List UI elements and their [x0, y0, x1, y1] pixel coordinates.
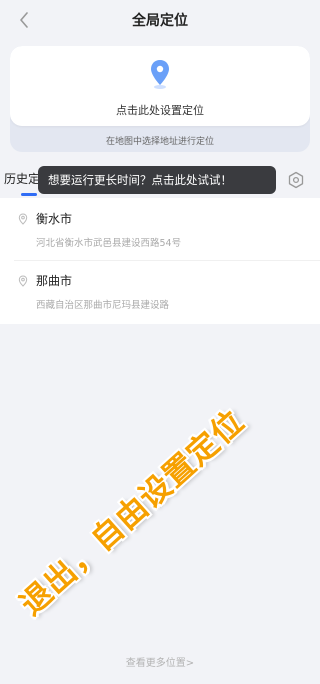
tab-active-indicator: [21, 193, 37, 196]
page-title: 全局定位: [132, 13, 188, 29]
upgrade-tooltip[interactable]: 想要运行更长时间？点击此处试试！: [38, 166, 276, 194]
history-item-address: 河北省衡水市武邑县建设西路54号: [36, 238, 182, 249]
history-item-address: 西藏自治区那曲市尼玛县建设路: [36, 300, 170, 311]
set-location-card: 点击此处设置定位 在地图中选择地址进行定位: [10, 46, 310, 152]
list-item[interactable]: 衡水市 河北省衡水市武邑县建设西路54号: [0, 198, 320, 261]
watermark-text: 退出，自由设置定位: [13, 403, 252, 623]
history-item-name: 那曲市: [36, 274, 73, 288]
location-pin-icon: [18, 275, 28, 287]
nav-bar: 全局定位: [0, 0, 320, 40]
history-list: 衡水市 河北省衡水市武邑县建设西路54号 那曲市 西藏自治区那曲市尼玛县建设路: [0, 198, 320, 324]
location-pin-icon: [151, 60, 169, 89]
history-item-name: 衡水市: [36, 212, 73, 226]
map-select-hint[interactable]: 在地图中选择地址进行定位: [10, 134, 310, 147]
settings-icon[interactable]: [287, 171, 305, 189]
set-location-button[interactable]: 点击此处设置定位: [10, 46, 310, 126]
location-pin-icon: [18, 213, 28, 225]
view-more-link[interactable]: 查看更多位置>: [0, 654, 320, 669]
set-location-label: 点击此处设置定位: [116, 104, 204, 117]
list-item[interactable]: 那曲市 西藏自治区那曲市尼玛县建设路: [0, 261, 320, 321]
